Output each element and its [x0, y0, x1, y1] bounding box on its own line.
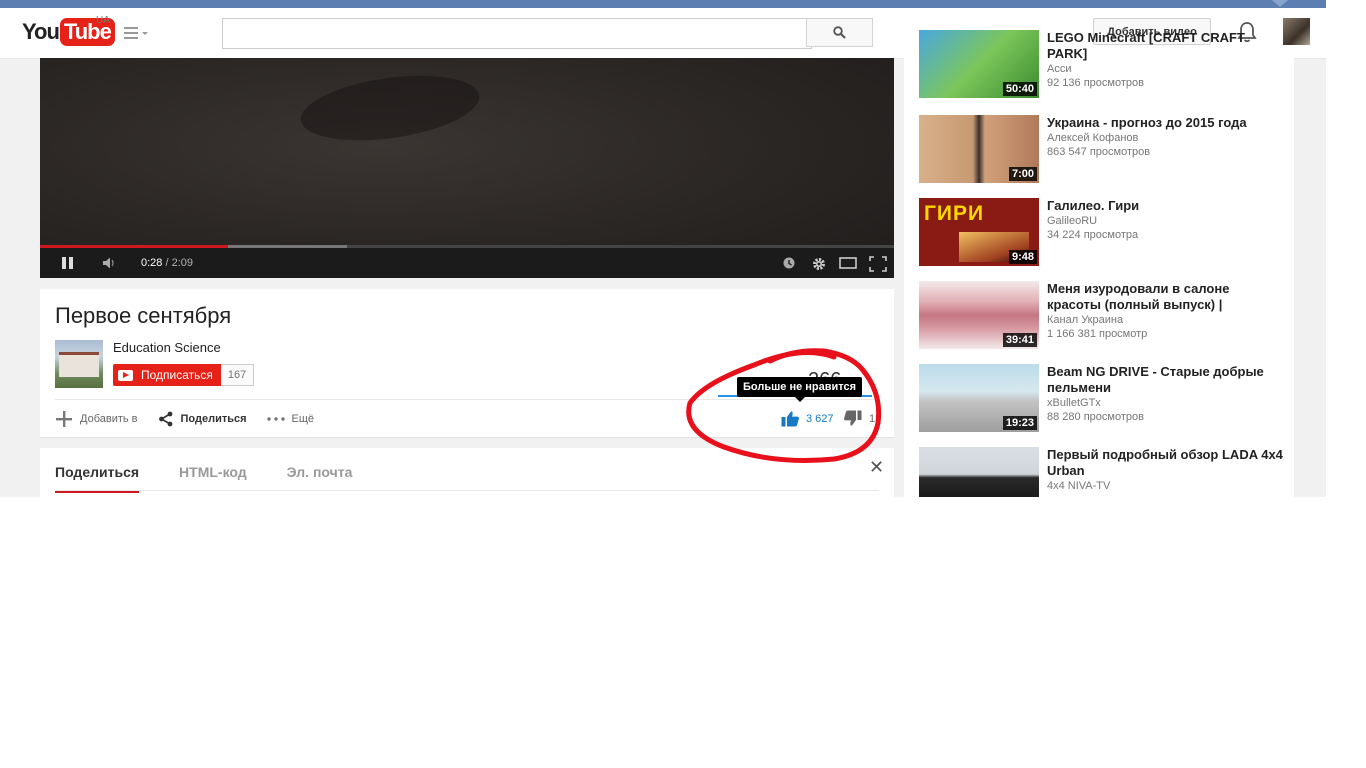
video-views: 1 166 381 просмотр [1047, 328, 1148, 340]
video-title[interactable]: Галилео. Гири [1047, 198, 1283, 214]
list-item[interactable]: 39:41 Меня изуродовали в салоне красоты … [919, 281, 1289, 351]
region-label: UA [96, 15, 110, 26]
progress-played [40, 245, 228, 248]
settings-icon[interactable] [811, 256, 827, 270]
duration-badge: 39:41 [1002, 333, 1037, 347]
video-title[interactable]: Beam NG DRIVE - Старые добрые пельмени [1047, 364, 1283, 396]
more-label: Ещё [291, 413, 315, 425]
video-thumbnail[interactable]: 19:23 [919, 364, 1039, 432]
duration-badge: 19:23 [1002, 416, 1037, 430]
video-channel: Алексей Кофанов [1047, 132, 1139, 144]
video-channel: Асси [1047, 63, 1072, 75]
subscribe-button[interactable]: Подписаться [113, 364, 221, 386]
duration-badge: 9:48 [1008, 250, 1037, 264]
channel-avatar-building [59, 352, 99, 377]
subscribe-group: Подписаться 167 [113, 364, 255, 386]
video-meta: Украина - прогноз до 2015 года Алексей К… [1047, 115, 1283, 158]
related-videos: 50:40 LEGO Minecraft [CRAFT CRAFT PARK] … [904, 30, 1294, 497]
pause-icon[interactable] [61, 256, 75, 270]
video-meta: Beam NG DRIVE - Старые добрые пельмени x… [1047, 364, 1283, 423]
fullscreen-icon[interactable] [869, 256, 887, 272]
more-icon [266, 417, 285, 421]
screenshot-area: You Tube UA Добавить видео 0:28 / 2:09 П… [0, 0, 1326, 497]
theater-icon[interactable] [839, 256, 857, 270]
video-meta: Галилео. Гири GalileoRU 34 224 просмотра [1047, 198, 1283, 241]
video-title[interactable]: Меня изуродовали в салоне красоты (полны… [1047, 281, 1283, 313]
list-item[interactable]: 7:00 Украина - прогноз до 2015 года Алек… [919, 115, 1289, 185]
tab-email[interactable]: Эл. почта [287, 464, 353, 493]
share-button[interactable]: Поделиться [158, 411, 247, 427]
video-meta: Первый подробный обзор LADA 4x4 Urban 4x… [1047, 447, 1283, 492]
time-display: 0:28 / 2:09 [141, 257, 193, 269]
video-title[interactable]: Украина - прогноз до 2015 года [1047, 115, 1283, 131]
current-time: 0:28 [141, 257, 163, 269]
action-bar: Добавить в Поделиться Ещё [55, 410, 334, 428]
tab-embed[interactable]: HTML-код [179, 464, 247, 493]
youtube-logo[interactable]: You Tube UA [22, 15, 115, 46]
subscriber-count: 167 [220, 364, 255, 386]
player-controls: 0:28 / 2:09 [40, 245, 894, 278]
list-item[interactable]: ГИРИ 9:48 Галилео. Гири GalileoRU 34 224… [919, 198, 1289, 268]
add-to-label: Добавить в [80, 413, 138, 425]
video-meta: Меня изуродовали в салоне красоты (полны… [1047, 281, 1283, 340]
browser-top-strip [0, 0, 1326, 8]
volume-icon[interactable] [102, 256, 118, 270]
video-title: Первое сентября [55, 303, 232, 328]
channel-name[interactable]: Education Science [113, 340, 221, 355]
duration-badge: 50:40 [1002, 82, 1037, 96]
video-channel: 4x4 NIVA-TV [1047, 480, 1111, 492]
strip-notch [1272, 0, 1288, 7]
search-button[interactable] [806, 18, 873, 47]
share-divider [55, 490, 879, 491]
video-views: 863 547 просмотров [1047, 146, 1151, 158]
search-input[interactable] [222, 18, 812, 49]
video-thumbnail[interactable]: 7:00 [919, 115, 1039, 183]
time-separator: / [162, 257, 172, 269]
list-item[interactable]: Первый подробный обзор LADA 4x4 Urban 4x… [919, 447, 1289, 497]
video-thumbnail[interactable]: 50:40 [919, 30, 1039, 98]
video-views: 88 280 просмотров [1047, 411, 1144, 423]
video-views: 92 136 просмотров [1047, 77, 1144, 89]
video-player[interactable]: 0:28 / 2:09 [40, 58, 894, 278]
search-icon [833, 26, 846, 39]
plus-icon [56, 411, 72, 427]
video-thumbnail[interactable]: 39:41 [919, 281, 1039, 349]
menu-icon[interactable] [124, 26, 150, 40]
duration: 2:09 [171, 257, 194, 269]
subscribe-label: Подписаться [141, 368, 213, 382]
duration-badge: 7:00 [1008, 167, 1037, 181]
video-title[interactable]: Первый подробный обзор LADA 4x4 Urban [1047, 447, 1283, 479]
progress-bar[interactable] [40, 245, 894, 248]
youtube-play-icon [118, 369, 133, 381]
list-item[interactable]: 19:23 Beam NG DRIVE - Старые добрые пель… [919, 364, 1289, 434]
list-item[interactable]: 50:40 LEGO Minecraft [CRAFT CRAFT PARK] … [919, 30, 1289, 100]
watch-later-icon[interactable] [782, 256, 796, 270]
video-channel: xBulletGTx [1047, 397, 1101, 409]
video-meta: LEGO Minecraft [CRAFT CRAFT PARK] Асси 9… [1047, 30, 1283, 89]
annotation-circle [686, 348, 882, 463]
share-tabs: Поделиться HTML-код Эл. почта [55, 464, 392, 493]
video-views: 34 224 просмотра [1047, 229, 1139, 241]
logo-you: You [22, 19, 60, 44]
video-thumbnail[interactable]: ГИРИ 9:48 [919, 198, 1039, 266]
video-frame [296, 65, 484, 151]
video-title[interactable]: LEGO Minecraft [CRAFT CRAFT PARK] [1047, 30, 1283, 62]
more-button[interactable]: Ещё [266, 413, 315, 425]
share-label: Поделиться [180, 413, 247, 425]
add-to-button[interactable]: Добавить в [55, 410, 138, 428]
video-channel: GalileoRU [1047, 215, 1098, 227]
video-thumbnail[interactable] [919, 447, 1039, 497]
tab-share[interactable]: Поделиться [55, 464, 140, 493]
share-icon [158, 411, 172, 427]
thumbnail-caption: ГИРИ [924, 202, 985, 225]
video-channel: Канал Украина [1047, 314, 1124, 326]
channel-avatar[interactable] [55, 340, 103, 388]
